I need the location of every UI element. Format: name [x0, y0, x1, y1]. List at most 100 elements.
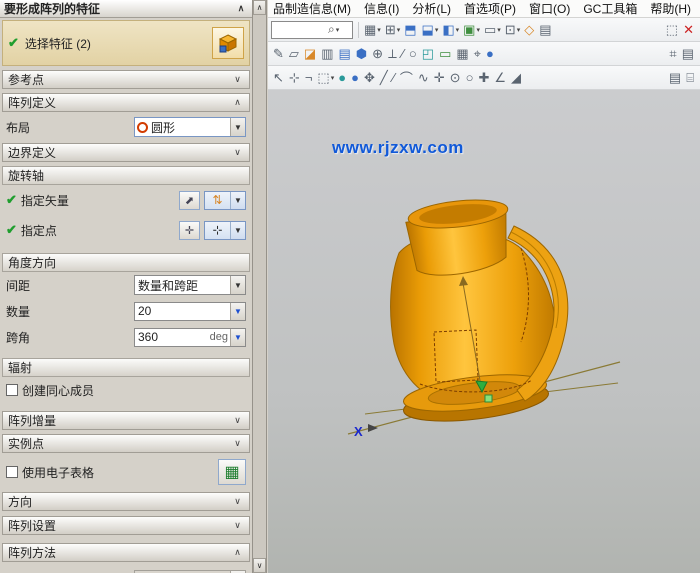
toolbar-icon[interactable]: ▦ [454, 44, 471, 64]
dialog-collapse-button[interactable]: ∧ [234, 2, 248, 15]
toolbar-icon[interactable]: ▭ ▾ [482, 20, 503, 40]
toolbar-icon[interactable]: ⬚ ▾ [315, 68, 336, 88]
toolbar-icon[interactable]: ¬ [303, 68, 316, 88]
chevron-down-icon[interactable]: ▾ [517, 26, 521, 34]
toolbar-icon[interactable]: ● [484, 44, 497, 64]
toolbar-icon[interactable]: ▤ [537, 20, 554, 40]
select-feature-button[interactable] [212, 27, 244, 59]
section-instance-points[interactable]: 实例点 ∨ [2, 434, 250, 453]
menu-item[interactable]: 窗口(O) [529, 0, 570, 17]
select-feature-row[interactable]: ✔ 选择特征 (2) [2, 20, 250, 66]
toolbar-icon[interactable]: ✕ [681, 20, 697, 40]
toolbar-icon[interactable]: ∿ [416, 68, 432, 88]
toolbar-icon[interactable]: ✎ [271, 44, 287, 64]
point-icon[interactable]: ⊹ [205, 222, 230, 239]
chevron-down-icon[interactable]: ∨ [231, 496, 244, 507]
dialog-titlebar[interactable]: 要形成阵列的特征 ∧ [0, 0, 252, 18]
chevron-down-icon[interactable]: ▾ [476, 26, 480, 34]
toolbar-icon[interactable]: ✥ [362, 68, 378, 88]
chevron-down-icon[interactable]: ∨ [231, 74, 244, 85]
spinner-down-icon[interactable]: ▼ [230, 303, 245, 320]
chevron-down-icon[interactable]: ▾ [377, 26, 381, 34]
toolbar-icon[interactable]: ⊞ ▾ [383, 20, 402, 40]
toolbar-icon[interactable]: ▦ ▾ [362, 20, 383, 40]
vector-direction-icon[interactable]: ⇅ [205, 192, 230, 209]
menu-item[interactable]: 品制造信息(M) [273, 0, 351, 17]
section-pattern-increment[interactable]: 阵列增量 ∨ [2, 411, 250, 430]
toolbar-icon[interactable]: ∠ [492, 68, 509, 88]
combo-caret-icon[interactable]: ▼ [230, 276, 245, 294]
toolbar-icon[interactable]: ╱ [378, 68, 391, 88]
menu-item[interactable]: GC工具箱 [583, 0, 637, 17]
toolbar-icon[interactable]: ⬓ ▾ [420, 20, 441, 40]
toolbar-icon[interactable]: ⬒ [402, 20, 419, 40]
toolbar-icon[interactable]: ⬢ [354, 44, 370, 64]
span-angle-field[interactable]: 360 deg ▼ [134, 328, 246, 347]
scroll-up-button[interactable]: ∧ [253, 0, 266, 15]
combo-caret-icon[interactable]: ▼ [230, 222, 245, 239]
toolbar-icon[interactable]: ○ [407, 44, 420, 64]
section-pattern-settings[interactable]: 阵列设置 ∨ [2, 516, 250, 535]
search-input[interactable] [274, 24, 328, 36]
chevron-down-icon[interactable]: ∨ [231, 147, 244, 158]
vector-dialog-button[interactable]: ⬈ [179, 191, 200, 210]
toolbar-icon[interactable]: ◰ [420, 44, 437, 64]
section-reference-point[interactable]: 参考点 ∨ [2, 70, 250, 89]
chevron-down-icon[interactable]: ∨ [231, 438, 244, 449]
toolbar-icon[interactable]: ∕ [391, 68, 398, 88]
spinner-down-icon[interactable]: ▼ [230, 329, 245, 346]
toolbar-icon[interactable]: ⊹ [287, 68, 303, 88]
menu-item[interactable]: 帮助(H) [650, 0, 691, 17]
toolbar-icon[interactable]: ○ [464, 68, 477, 88]
toolbar-icon[interactable]: ▱ [287, 44, 302, 64]
toolbar-icon[interactable]: ▤ [337, 44, 354, 64]
layout-combobox[interactable]: 圆形 ▼ [134, 117, 246, 137]
dialog-scrollbar[interactable]: ∧ ∨ [253, 0, 267, 573]
toolbar-icon[interactable]: ⌗ [667, 44, 679, 64]
point-dialog-button[interactable]: ✛ [179, 221, 200, 240]
chevron-down-icon[interactable]: ▾ [456, 26, 460, 34]
chevron-down-icon[interactable]: ▾ [435, 26, 439, 34]
combo-caret-icon[interactable]: ▼ [230, 192, 245, 209]
spacing-combobox[interactable]: 数量和跨距 ▼ [134, 275, 246, 295]
toolbar-icon[interactable]: ↖ [271, 68, 287, 88]
chevron-up-icon[interactable]: ∧ [231, 97, 244, 108]
toolbar-icon[interactable]: ● [336, 68, 349, 88]
toolbar-icon[interactable]: ⌖ [472, 44, 484, 64]
section-pattern-method[interactable]: 阵列方法 ∧ [2, 543, 250, 562]
chevron-down-icon[interactable]: ▾ [331, 74, 335, 82]
toolbar-icon[interactable]: ◇ [522, 20, 537, 40]
3d-scene[interactable]: X [268, 90, 700, 573]
vector-type-button[interactable]: ⇅ ▼ [204, 191, 246, 210]
span-angle-value[interactable]: 360 [135, 330, 210, 344]
chevron-down-icon[interactable]: ▾ [497, 26, 501, 34]
toolbar-icon[interactable]: ⟂ [386, 44, 400, 64]
scroll-down-button[interactable]: ∨ [253, 558, 266, 573]
graphics-viewport[interactable]: www.rjzxw.com [268, 90, 700, 573]
chevron-down-icon[interactable]: ∨ [231, 415, 244, 426]
axis-handle[interactable] [485, 395, 492, 402]
toolbar-icon[interactable]: ⊡ ▾ [503, 20, 522, 40]
chevron-up-icon[interactable]: ∧ [231, 547, 244, 558]
toolbar-icon[interactable]: ▥ [319, 44, 336, 64]
spreadsheet-button[interactable]: ▦ [218, 459, 246, 485]
toolbar-icon[interactable]: ⬚ [664, 20, 681, 40]
toolbar-icon[interactable]: ● [349, 68, 362, 88]
section-pattern-definition[interactable]: 阵列定义 ∧ [2, 93, 250, 112]
command-search[interactable]: ⌕ ▾ [271, 21, 353, 39]
toolbar-icon[interactable]: ⌸ [684, 68, 697, 88]
toolbar-icon[interactable]: ✚ [476, 68, 492, 88]
toolbar-icon[interactable]: ▭ [437, 44, 454, 64]
toolbar-icon[interactable]: ▤ [667, 68, 684, 88]
chevron-down-icon[interactable]: ∨ [231, 520, 244, 531]
toolbar-icon[interactable]: ◪ [302, 44, 319, 64]
toolbar-icon[interactable]: ∕ [400, 44, 407, 64]
chevron-down-icon[interactable]: ▾ [336, 26, 340, 34]
toolbar-icon[interactable]: ⊙ [448, 68, 464, 88]
menu-item[interactable]: 首选项(P) [464, 0, 516, 17]
toolbar-icon[interactable]: ✛ [432, 68, 448, 88]
toolbar-icon[interactable]: ◢ [509, 68, 524, 88]
menu-item[interactable]: 分析(L) [412, 0, 451, 17]
chevron-down-icon[interactable]: ▾ [397, 26, 401, 34]
pattern-model[interactable] [391, 196, 568, 428]
